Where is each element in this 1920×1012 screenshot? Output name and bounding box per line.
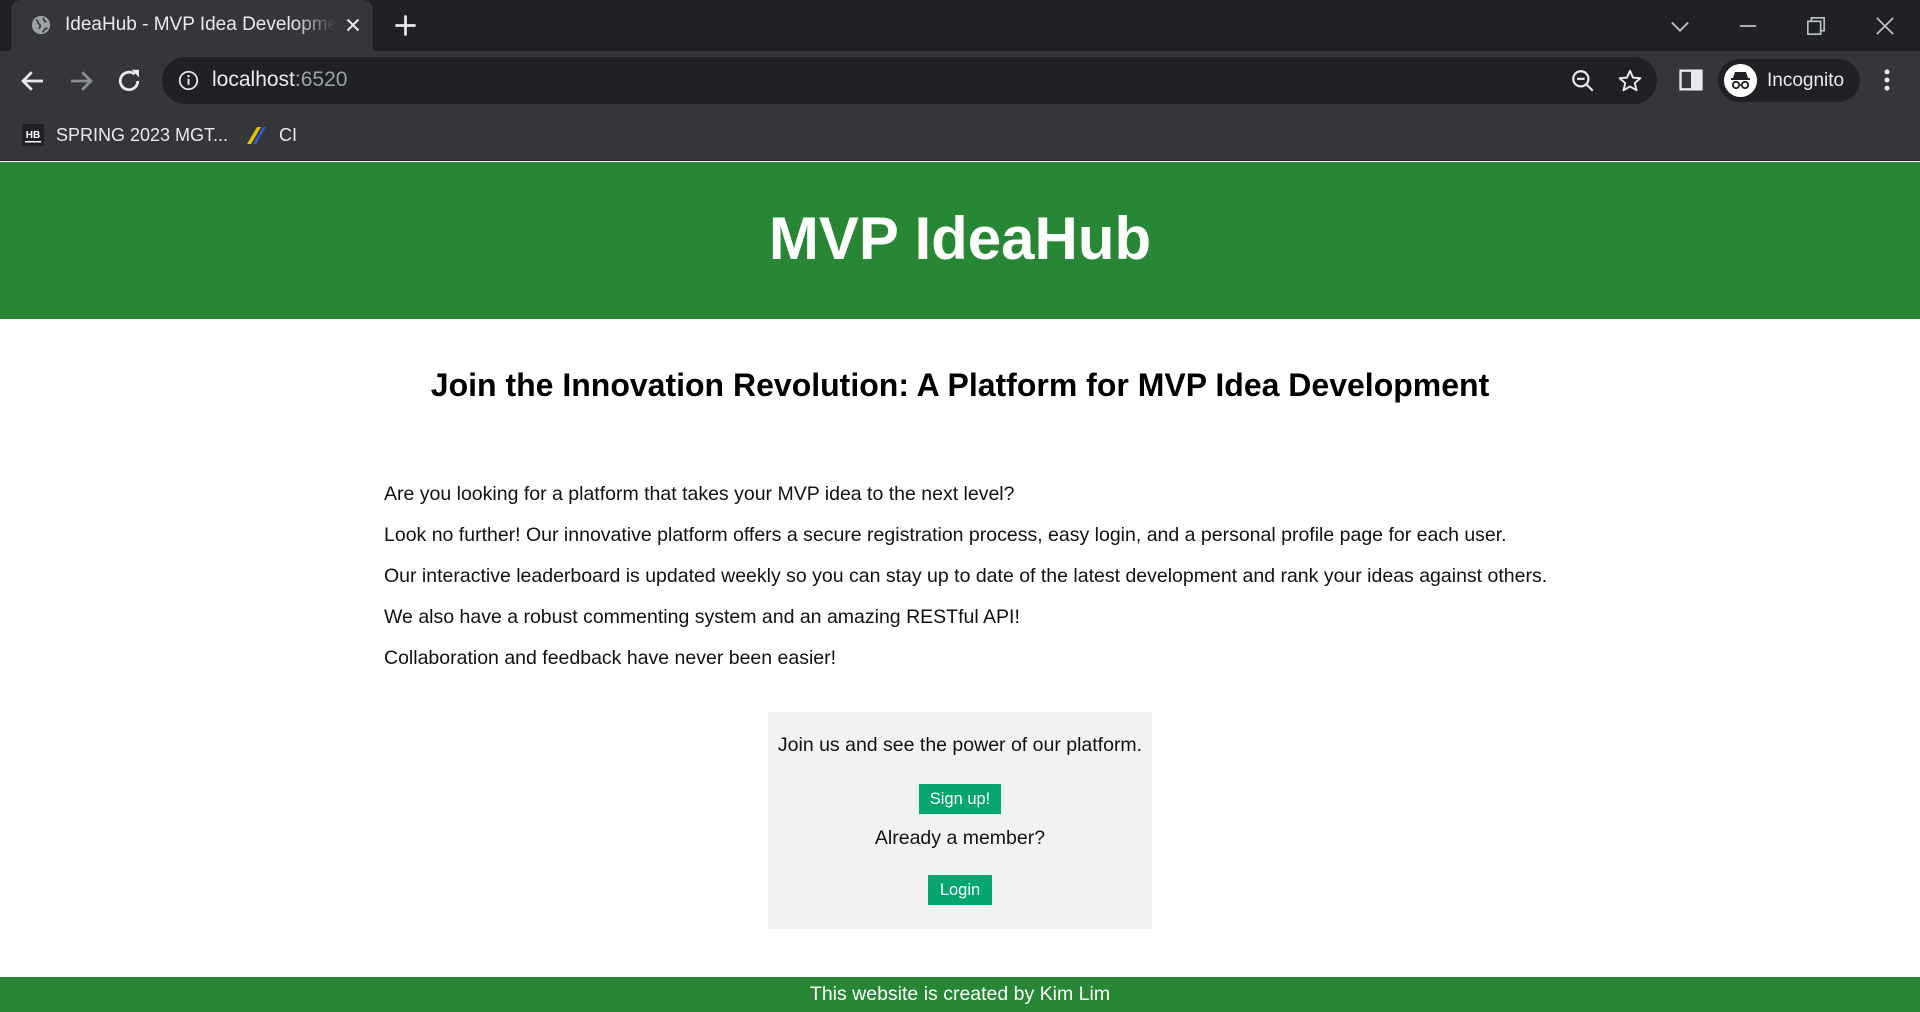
active-tab[interactable]: IdeaHub - MVP Idea Development <box>11 0 373 51</box>
url-host: localhost <box>212 68 295 91</box>
page-headline: Join the Innovation Revolution: A Platfo… <box>430 367 1490 403</box>
intro-line: Are you looking for a platform that take… <box>384 483 1015 505</box>
forward-arrow-icon[interactable] <box>66 66 96 96</box>
footer-credit: This website is created by Kim Lim <box>809 983 1111 1005</box>
intro-section: Are you looking for a platform that take… <box>384 474 1584 679</box>
intro-line: Collaboration and feedback have never be… <box>384 647 837 669</box>
close-window-icon[interactable] <box>1871 12 1899 40</box>
bookmarks-bar: HB SPRING 2023 MGT... CI <box>0 110 1920 161</box>
zoom-out-icon[interactable] <box>1570 68 1596 94</box>
bookmark-spring-2023[interactable]: HB SPRING 2023 MGT... <box>22 122 228 148</box>
new-tab-icon[interactable] <box>392 12 419 39</box>
address-bar[interactable]: localhost:6520 <box>162 57 1657 104</box>
svg-text:HB: HB <box>26 130 40 141</box>
tab-title: IdeaHub - MVP Idea Development <box>65 14 335 35</box>
back-arrow-icon[interactable] <box>18 66 48 96</box>
globe-icon <box>31 15 51 35</box>
reload-icon[interactable] <box>114 66 144 96</box>
site-header: MVP IdeaHub <box>0 162 1920 319</box>
close-tab-icon[interactable] <box>342 14 364 36</box>
web-page: MVP IdeaHub Join the Innovation Revoluti… <box>0 162 1920 1012</box>
bookmark-label: CI <box>279 124 297 145</box>
site-footer: This website is created by Kim Lim <box>0 977 1920 1012</box>
ci-stripes-icon <box>247 127 266 144</box>
restore-icon[interactable] <box>1802 12 1830 40</box>
bookmark-star-icon[interactable] <box>1617 68 1643 94</box>
bookmark-ci[interactable]: CI <box>245 122 297 148</box>
member-text: Already a member? <box>874 827 1046 849</box>
more-menu-icon[interactable] <box>1873 66 1901 94</box>
intro-line: Look no further! Our innovative platform… <box>384 524 1507 546</box>
site-info-icon[interactable] <box>178 70 199 91</box>
minimize-icon[interactable] <box>1734 12 1762 40</box>
site-title: MVP IdeaHub <box>768 205 1152 272</box>
url-text[interactable]: localhost:6520 <box>212 68 347 92</box>
bookmark-label: SPRING 2023 MGT... <box>56 124 229 145</box>
url-port: :6520 <box>294 68 348 91</box>
incognito-profile-button[interactable]: Incognito <box>1718 59 1860 102</box>
login-button[interactable]: Login <box>928 875 992 905</box>
hb-icon: HB <box>22 124 44 146</box>
intro-line: We also have a robust commenting system … <box>384 606 1020 628</box>
browser-toolbar: localhost:6520 Incognito <box>0 51 1920 110</box>
profile-label: Incognito <box>1767 70 1845 91</box>
sign-up-button[interactable]: Sign up! <box>919 784 1001 814</box>
incognito-icon <box>1724 64 1757 97</box>
tab-strip: IdeaHub - MVP Idea Development <box>0 0 1920 51</box>
signup-callout: Join us and see the power of our platfor… <box>768 712 1152 929</box>
tab-search-chevron-icon[interactable] <box>1666 12 1694 40</box>
side-panel-icon[interactable] <box>1677 66 1705 94</box>
intro-line: Our interactive leaderboard is updated w… <box>384 565 1548 587</box>
join-text: Join us and see the power of our platfor… <box>777 734 1143 756</box>
